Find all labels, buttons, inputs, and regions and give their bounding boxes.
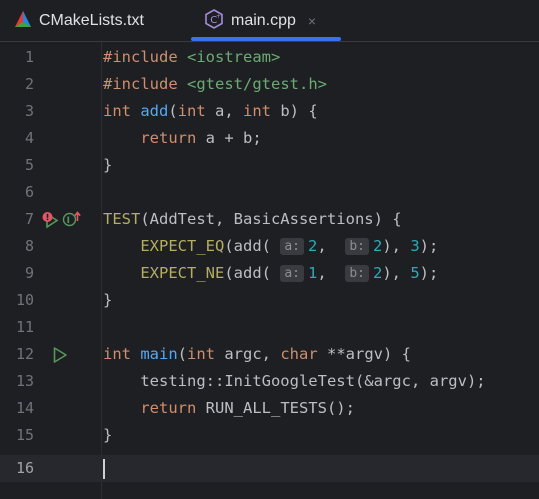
code-text: EXPECT_NE(add( a: 1, b: 2), 5); [140, 264, 439, 282]
tab-label: main.cpp [231, 12, 296, 29]
code-text: return a + b; [140, 129, 262, 147]
svg-text:+: + [216, 13, 221, 20]
code-line[interactable]: 2 #include <gtest/gtest.h> [0, 71, 539, 98]
tab-main-cpp[interactable]: C + main.cpp × [204, 0, 316, 42]
code-editor[interactable]: 1 #include <iostream> 2 #include <gtest/… [0, 42, 539, 499]
line-number: 6 [24, 183, 34, 201]
code-text: } [103, 156, 113, 174]
code-line[interactable]: 12 int main(int argc, char **argv) { [0, 341, 539, 368]
run-icon[interactable] [52, 346, 68, 368]
line-number: 2 [24, 75, 34, 93]
code-text: #include <iostream> [103, 48, 281, 66]
line-number: 16 [15, 459, 34, 477]
cmake-icon [14, 10, 32, 33]
line-number: 9 [24, 264, 34, 282]
tab-cmakelists[interactable]: CMakeLists.txt [14, 0, 144, 42]
code-line[interactable]: 4 return a + b; [0, 125, 539, 152]
code-text: return RUN_ALL_TESTS(); [140, 399, 355, 417]
code-line[interactable]: 15 } [0, 422, 539, 449]
code-line[interactable]: 1 #include <iostream> [0, 44, 539, 71]
code-line[interactable]: 11 [0, 314, 539, 341]
editor-tab-bar: CMakeLists.txt C + main.cpp × [0, 0, 539, 42]
line-number: 7 [24, 210, 34, 228]
code-text: EXPECT_EQ(add( a: 2, b: 2), 3); [140, 237, 439, 255]
line-number: 4 [24, 129, 34, 147]
code-line[interactable]: 8 EXPECT_EQ(add( a: 2, b: 2), 3); [0, 233, 539, 260]
code-text: int add(int a, int b) { [103, 102, 318, 120]
code-line[interactable]: 14 return RUN_ALL_TESTS(); [0, 395, 539, 422]
line-number: 8 [24, 237, 34, 255]
active-tab-indicator [191, 37, 341, 41]
line-number: 15 [15, 426, 34, 444]
code-text: } [103, 426, 113, 444]
code-text: } [103, 291, 113, 309]
code-line[interactable]: 9 EXPECT_NE(add( a: 1, b: 2), 5); [0, 260, 539, 287]
code-text: #include <gtest/gtest.h> [103, 75, 327, 93]
line-number: 1 [24, 48, 34, 66]
tab-label: CMakeLists.txt [39, 12, 144, 29]
code-text: TEST(AddTest, BasicAssertions) { [103, 210, 402, 228]
cpp-file-icon: C + [204, 8, 224, 34]
current-code-line[interactable]: 16 [0, 455, 539, 482]
parameter-hint: b: [345, 238, 369, 255]
code-line[interactable]: 13 testing::InitGoogleTest(&argc, argv); [0, 368, 539, 395]
parameter-hint: b: [345, 265, 369, 282]
go-to-implementation-icon[interactable]: I [62, 210, 82, 232]
text-cursor [103, 459, 105, 479]
code-line[interactable]: 10 } [0, 287, 539, 314]
line-number: 14 [15, 399, 34, 417]
code-line[interactable]: 6 [0, 179, 539, 206]
code-line[interactable]: 3 int add(int a, int b) { [0, 98, 539, 125]
parameter-hint: a: [280, 265, 304, 282]
parameter-hint: a: [280, 238, 304, 255]
svg-text:I: I [67, 216, 70, 226]
line-number: 12 [15, 345, 34, 363]
line-number: 5 [24, 156, 34, 174]
line-number: 10 [15, 291, 34, 309]
code-text: testing::InitGoogleTest(&argc, argv); [140, 372, 486, 390]
code-text: int main(int argc, char **argv) { [103, 345, 411, 363]
close-icon[interactable]: × [308, 13, 316, 29]
run-test-with-error-icon[interactable] [42, 211, 60, 233]
code-line[interactable]: 7 I TEST(AddTest, BasicAssertions) { [0, 206, 539, 233]
line-number: 11 [15, 318, 34, 336]
line-number: 3 [24, 102, 34, 120]
line-number: 13 [15, 372, 34, 390]
code-line[interactable]: 5 } [0, 152, 539, 179]
